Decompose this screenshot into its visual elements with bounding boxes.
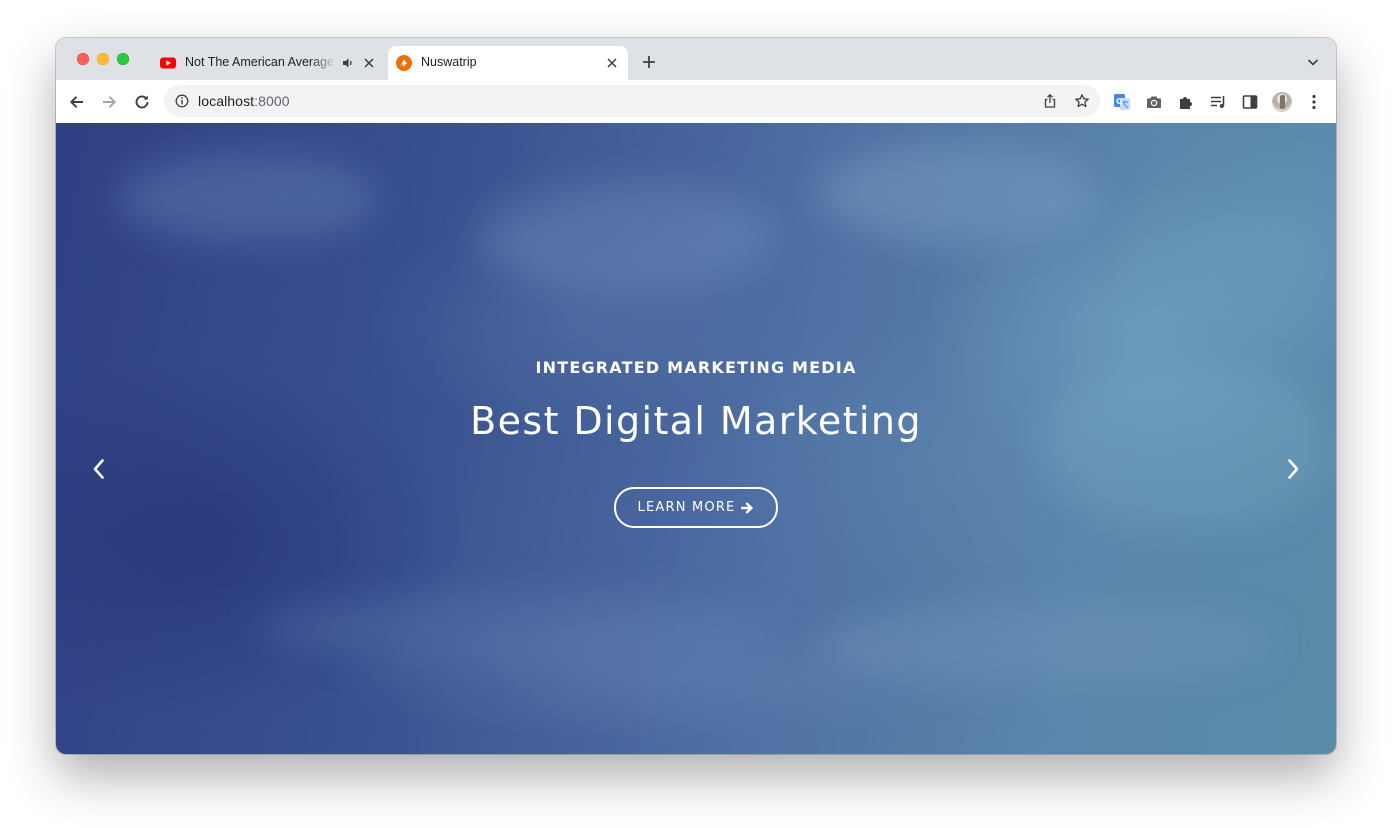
- browser-window: Not The American Average Nuswatrip local…: [56, 38, 1336, 754]
- reload-icon[interactable]: [132, 92, 152, 112]
- svg-text:G: G: [1116, 97, 1123, 106]
- page-viewport: INTEGRATED MARKETING MEDIA Best Digital …: [56, 123, 1336, 754]
- kebab-menu-icon[interactable]: [1307, 93, 1321, 111]
- speaker-icon[interactable]: [341, 56, 355, 70]
- hero-slide: INTEGRATED MARKETING MEDIA Best Digital …: [56, 123, 1336, 754]
- camera-icon[interactable]: [1145, 93, 1163, 111]
- forward-icon[interactable]: [99, 92, 119, 112]
- nuswatrip-icon: [396, 55, 412, 71]
- arrow-right-icon: [741, 502, 754, 513]
- side-panel-icon[interactable]: [1241, 93, 1259, 111]
- back-icon[interactable]: [67, 92, 87, 112]
- hero-headline: Best Digital Marketing: [470, 399, 922, 443]
- youtube-icon: [160, 57, 176, 69]
- chevron-down-icon[interactable]: [1307, 56, 1319, 68]
- tab-nuswatrip[interactable]: Nuswatrip: [388, 46, 628, 80]
- tab-strip: Not The American Average Nuswatrip: [56, 38, 1336, 80]
- info-icon[interactable]: [175, 94, 189, 108]
- url-host: localhost: [198, 93, 255, 109]
- new-tab-icon[interactable]: [641, 54, 657, 70]
- google-translate-icon[interactable]: G: [1113, 93, 1131, 111]
- hero-kicker: INTEGRATED MARKETING MEDIA: [535, 358, 857, 377]
- share-icon[interactable]: [1042, 93, 1058, 109]
- tab-title: Not The American Average: [185, 55, 334, 69]
- close-window-button[interactable]: [77, 53, 89, 65]
- bookmark-star-icon[interactable]: [1074, 93, 1090, 109]
- url-text[interactable]: localhost:8000: [198, 93, 290, 109]
- zoom-window-button[interactable]: [117, 53, 129, 65]
- close-tab-icon[interactable]: [363, 57, 375, 69]
- tab-title: Nuswatrip: [421, 55, 477, 69]
- chevron-left-icon[interactable]: [90, 456, 108, 482]
- minimize-window-button[interactable]: [97, 53, 109, 65]
- chevron-right-icon[interactable]: [1284, 456, 1302, 482]
- close-tab-icon[interactable]: [606, 57, 618, 69]
- browser-toolbar: localhost:8000 G: [56, 80, 1336, 124]
- url-port: :8000: [254, 93, 290, 109]
- learn-more-button[interactable]: LEARN MORE: [614, 487, 778, 528]
- learn-more-label: LEARN MORE: [637, 500, 736, 515]
- address-bar[interactable]: localhost:8000: [164, 85, 1100, 117]
- profile-avatar[interactable]: [1272, 92, 1292, 112]
- extensions-puzzle-icon[interactable]: [1177, 93, 1195, 111]
- tab-youtube[interactable]: Not The American Average: [152, 46, 384, 80]
- media-queue-icon[interactable]: [1209, 93, 1227, 111]
